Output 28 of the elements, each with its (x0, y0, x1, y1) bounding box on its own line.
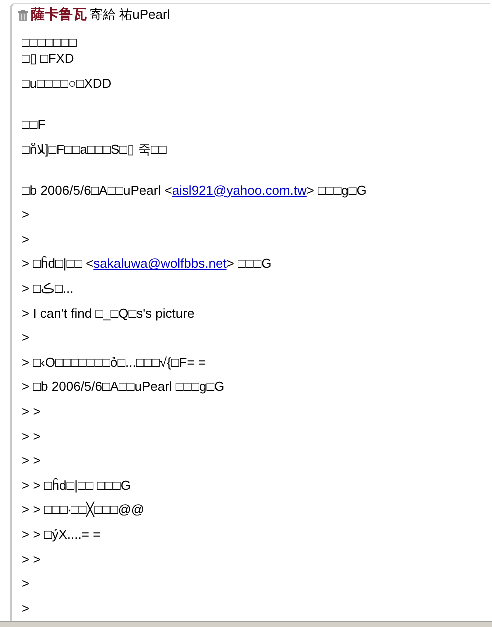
quoted-line: > (22, 600, 31, 617)
quoted-line: > > (22, 404, 42, 420)
quoted-line: > (22, 232, 31, 248)
quoted-line: > □b 2006/5/6□A□□uPearl □□□g□G (22, 379, 226, 396)
quoted-line: □b 2006/5/6□A□□uPearl <aisl921@yahoo.com.tw> □□□g□G (22, 182, 368, 199)
quoted-line: > > □ýX....= = (22, 526, 102, 543)
quoted-line: > (22, 207, 31, 224)
quoted-line: > (22, 576, 31, 592)
quoted-line: > > □ĥd□|□□ □□□G (22, 478, 132, 494)
email-link[interactable]: sakaluwa@wolfbbs.net (94, 256, 227, 272)
message-line: □□F (22, 117, 47, 133)
quoted-line: > (22, 330, 31, 346)
sender-name: 薩卡鲁瓦 (31, 6, 87, 24)
quoted-line: > > □□□‧□□╳□□□@@ (22, 502, 146, 518)
message-line: □ň̈ﻼ]□F□□a□□□S□▯ 죽□□ (22, 142, 168, 158)
quoted-line: > I can't find □_□Q□s's picture (22, 306, 196, 322)
email-link[interactable]: aisl921@yahoo.com.tw (172, 182, 307, 198)
quoted-line: > > (22, 428, 42, 445)
trash-icon[interactable] (18, 10, 28, 20)
quoted-line: > □ĥd□|□□ <sakaluwa@wolfbbs.net> □□□G (22, 256, 273, 272)
quoted-line: > > (22, 552, 42, 568)
quoted-line: > > (22, 453, 42, 470)
message-line: □▯ □FXD (22, 51, 76, 67)
message-line: □u□□□□○□XDD (22, 76, 113, 92)
recipient-text: 寄給 祐uPearl (90, 6, 170, 24)
quoted-line: > □ڪ□... (22, 280, 75, 297)
message-line: □□□□□□□ (22, 35, 78, 51)
quoted-line: > □‹O□□□□□□□ỏ□...□□□√{□F= = (22, 354, 207, 371)
